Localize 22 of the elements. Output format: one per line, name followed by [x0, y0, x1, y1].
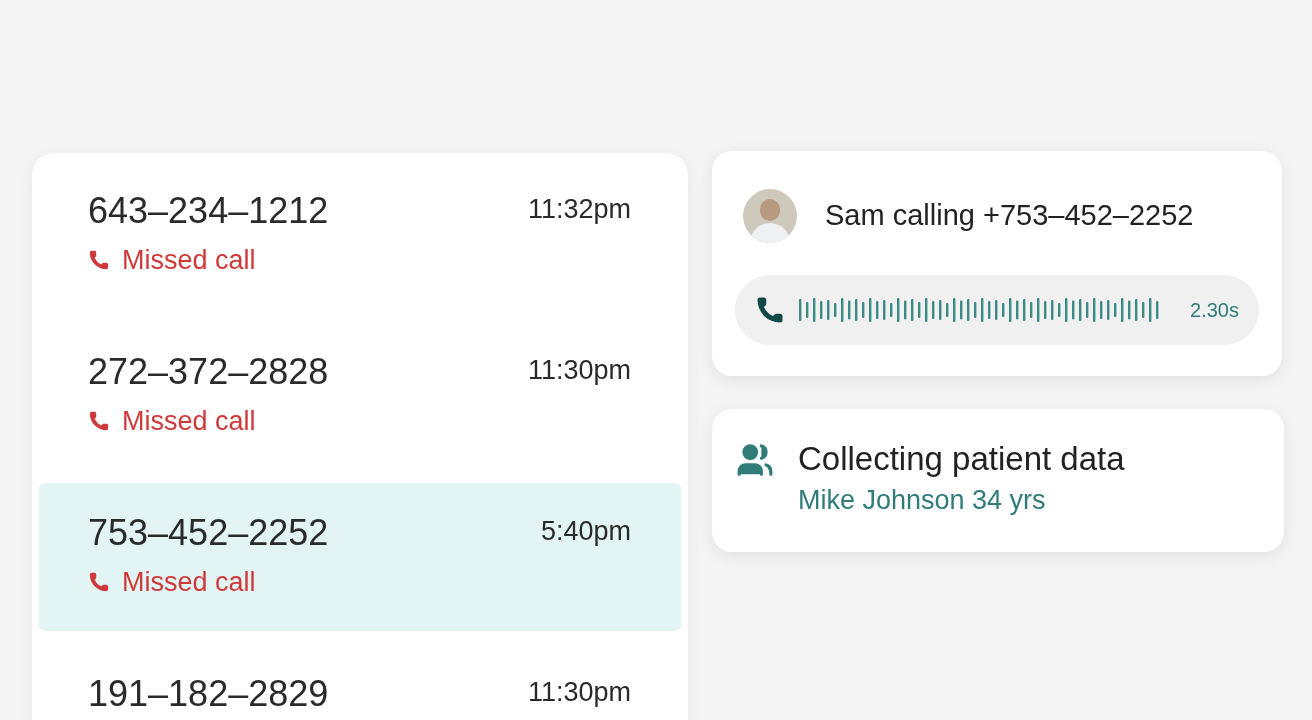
phone-number: 753–452–2252	[88, 511, 329, 555]
phone-icon	[88, 571, 110, 593]
call-time: 11:32pm	[527, 193, 631, 226]
call-status: Missed call	[122, 244, 256, 277]
call-row[interactable]: 753–452–2252 5:40pm Missed call	[39, 483, 681, 631]
phone-number: 643–234–1212	[88, 189, 329, 233]
patient-info: Mike Johnson 34 yrs	[798, 484, 1047, 517]
phone-icon	[88, 249, 110, 271]
call-duration: 2.30s	[1190, 298, 1239, 323]
avatar	[743, 189, 797, 243]
task-title: Collecting patient data	[798, 439, 1125, 479]
phone-number: 272–372–2828	[88, 350, 329, 394]
call-status: Missed call	[122, 566, 256, 599]
call-time: 5:40pm	[540, 515, 631, 548]
phone-icon	[88, 410, 110, 432]
call-status: Missed call	[122, 405, 256, 438]
call-time: 11:30pm	[527, 354, 631, 387]
caller-text: Sam calling +753–452–2252	[825, 198, 1194, 234]
phone-number: 191–182–2829	[88, 672, 329, 716]
phone-icon	[755, 295, 785, 325]
users-icon	[736, 441, 774, 479]
call-time: 11:30pm	[527, 676, 631, 709]
